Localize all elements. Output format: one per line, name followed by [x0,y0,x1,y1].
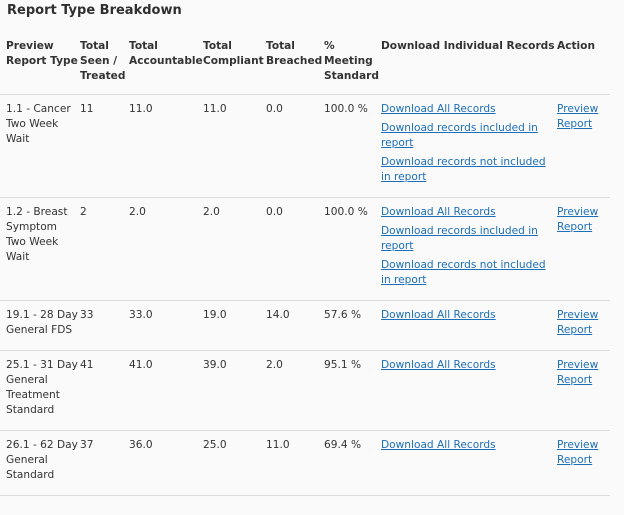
column-header-download: Download Individual Records [381,34,557,95]
download-all-records-link[interactable]: Download All Records [381,205,557,220]
download-cell: Download All Records [381,350,557,431]
table-row: 1.1 - Cancer Two Week Wait 11 11.0 11.0 … [0,94,610,198]
compliant-cell: 2.0 [203,197,266,301]
download-all-records-link[interactable]: Download All Records [381,102,557,117]
column-header-breached: Total Breached [266,34,324,95]
breached-cell: 2.0 [266,350,324,431]
seen-cell: 37 [80,430,129,496]
section-title: Report Type Breakdown [7,3,182,18]
action-cell: Preview Report [557,300,610,351]
breached-cell: 0.0 [266,197,324,301]
column-header-meeting: % Meeting Standard [324,34,381,95]
report-type-cell: 25.1 - 31 Day General Treatment Standard [0,350,80,431]
report-breakdown-table: Preview Report Type Total Seen / Treated… [0,34,610,496]
download-all-records-link[interactable]: Download All Records [381,308,557,323]
compliant-cell: 25.0 [203,430,266,496]
accountable-cell: 11.0 [129,94,203,198]
table-row: 1.2 - Breast Symptom Two Week Wait 2 2.0… [0,197,610,301]
action-cell: Preview Report [557,94,610,198]
action-cell: Preview Report [557,350,610,431]
meeting-cell: 100.0 % [324,94,381,198]
table-header-row: Preview Report Type Total Seen / Treated… [0,34,610,95]
preview-report-link[interactable]: Preview Report [557,206,598,233]
seen-cell: 33 [80,300,129,351]
accountable-cell: 36.0 [129,430,203,496]
breached-cell: 0.0 [266,94,324,198]
download-all-records-link[interactable]: Download All Records [381,438,557,453]
column-header-report-type: Preview Report Type [0,34,80,95]
seen-cell: 2 [80,197,129,301]
meeting-cell: 95.1 % [324,350,381,431]
column-header-seen: Total Seen / Treated [80,34,129,95]
report-type-cell: 19.1 - 28 Day General FDS [0,300,80,351]
preview-report-link[interactable]: Preview Report [557,309,598,336]
preview-report-link[interactable]: Preview Report [557,439,598,466]
meeting-cell: 69.4 % [324,430,381,496]
preview-report-link[interactable]: Preview Report [557,359,598,386]
action-cell: Preview Report [557,430,610,496]
download-included-records-link[interactable]: Download records included in report [381,224,557,254]
download-not-included-records-link[interactable]: Download records not included in report [381,258,557,288]
seen-cell: 41 [80,350,129,431]
download-cell: Download All Records Download records in… [381,94,557,198]
seen-cell: 11 [80,94,129,198]
preview-report-link[interactable]: Preview Report [557,103,598,130]
report-type-cell: 26.1 - 62 Day General Standard [0,430,80,496]
action-cell: Preview Report [557,197,610,301]
column-header-action: Action [557,34,610,95]
compliant-cell: 19.0 [203,300,266,351]
download-all-records-link[interactable]: Download All Records [381,358,557,373]
compliant-cell: 39.0 [203,350,266,431]
compliant-cell: 11.0 [203,94,266,198]
report-type-cell: 1.1 - Cancer Two Week Wait [0,94,80,198]
breached-cell: 14.0 [266,300,324,351]
download-included-records-link[interactable]: Download records included in report [381,121,557,151]
column-header-compliant: Total Compliant [203,34,266,95]
download-not-included-records-link[interactable]: Download records not included in report [381,155,557,185]
report-type-cell: 1.2 - Breast Symptom Two Week Wait [0,197,80,301]
table-row: 26.1 - 62 Day General Standard 37 36.0 2… [0,430,610,496]
download-cell: Download All Records [381,300,557,351]
table-row: 19.1 - 28 Day General FDS 33 33.0 19.0 1… [0,300,610,351]
accountable-cell: 2.0 [129,197,203,301]
accountable-cell: 41.0 [129,350,203,431]
column-header-accountable: Total Accountable [129,34,203,95]
table-row: 25.1 - 31 Day General Treatment Standard… [0,350,610,431]
download-cell: Download All Records Download records in… [381,197,557,301]
breached-cell: 11.0 [266,430,324,496]
download-cell: Download All Records [381,430,557,496]
meeting-cell: 57.6 % [324,300,381,351]
meeting-cell: 100.0 % [324,197,381,301]
accountable-cell: 33.0 [129,300,203,351]
